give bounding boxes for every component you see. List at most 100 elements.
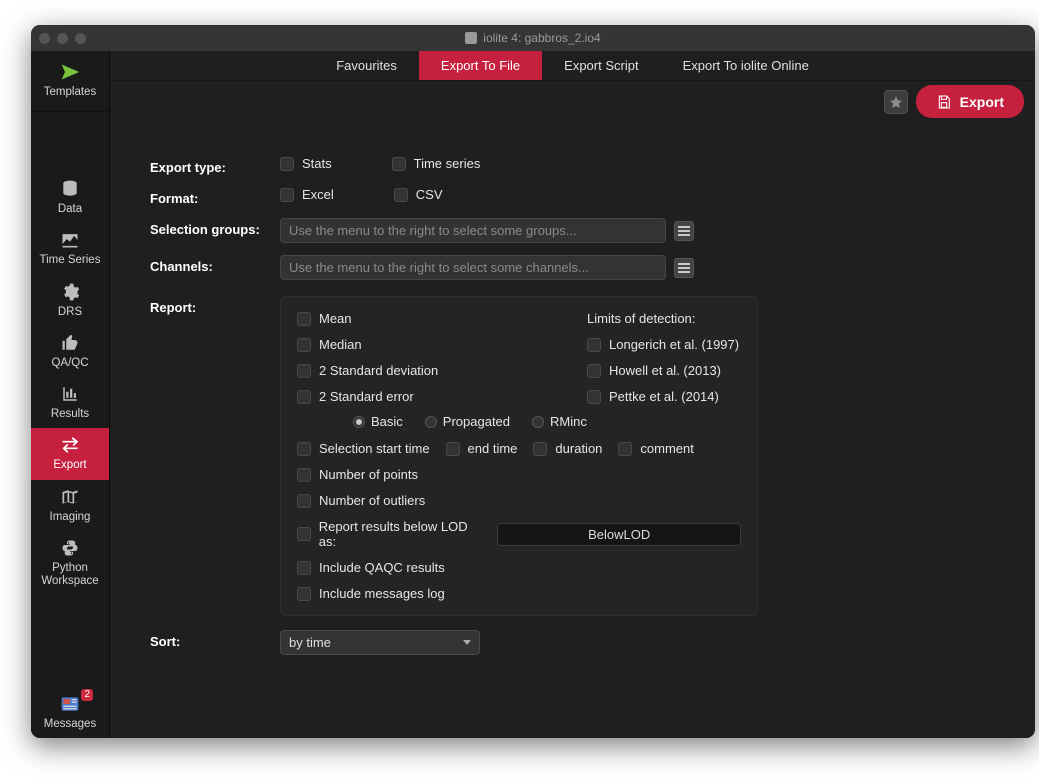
chart-area-icon [55, 229, 85, 251]
checkbox-stats[interactable]: Stats [280, 156, 332, 171]
checkbox-label: Number of points [319, 467, 418, 482]
minimize-icon[interactable] [57, 33, 68, 44]
checkbox-label: Selection start time [319, 441, 430, 456]
checkbox-label: Howell et al. (2013) [609, 363, 721, 378]
checkbox-excel[interactable]: Excel [280, 187, 334, 202]
sidebar-templates[interactable]: Templates [31, 51, 109, 111]
checkbox-label: CSV [416, 187, 443, 202]
checkbox-2se[interactable]: 2 Standard error [297, 389, 587, 404]
app-icon [465, 32, 477, 44]
selection-groups-menu-button[interactable] [674, 221, 694, 241]
selection-groups-input[interactable]: Use the menu to the right to select some… [280, 218, 666, 243]
label-sort: Sort: [150, 630, 280, 649]
label-selection-groups: Selection groups: [150, 218, 280, 237]
checkbox-include-log[interactable]: Include messages log [297, 586, 741, 601]
checkbox-mean[interactable]: Mean [297, 311, 587, 326]
messages-badge: 2 [81, 689, 93, 701]
tab-label: Export Script [564, 58, 638, 73]
radio-label: Basic [371, 414, 403, 429]
below-lod-input[interactable]: BelowLOD [497, 523, 741, 546]
checkbox-below-lod[interactable]: Report results below LOD as: [297, 519, 485, 549]
tab-label: Favourites [336, 58, 397, 73]
checkbox-2sd[interactable]: 2 Standard deviation [297, 363, 587, 378]
label-export-type: Export type: [150, 156, 280, 175]
thumbs-up-icon [55, 332, 85, 354]
gear-icon [55, 281, 85, 303]
sidebar-item-timeseries[interactable]: Time Series [31, 223, 109, 274]
label-format: Format: [150, 187, 280, 206]
radio-label: Propagated [443, 414, 510, 429]
tab-export-to-file[interactable]: Export To File [419, 51, 542, 80]
transfer-icon [55, 434, 85, 456]
tab-label: Export To iolite Online [683, 58, 809, 73]
database-icon [55, 178, 85, 200]
checkbox-duration[interactable]: duration [533, 441, 602, 456]
channels-menu-button[interactable] [674, 258, 694, 278]
paper-plane-icon [55, 61, 85, 83]
sidebar-item-results[interactable]: Results [31, 377, 109, 428]
checkbox-label: Number of outliers [319, 493, 425, 508]
sidebar-item-label: Python Workspace [33, 562, 107, 588]
checkbox-end-time[interactable]: end time [446, 441, 518, 456]
close-icon[interactable] [39, 33, 50, 44]
sidebar-item-imaging[interactable]: Imaging [31, 480, 109, 531]
sort-select[interactable]: by time [280, 630, 480, 655]
checkbox-longerich[interactable]: Longerich et al. (1997) [587, 337, 741, 352]
sidebar-item-label: Templates [44, 86, 96, 99]
sidebar-item-data[interactable]: Data [31, 172, 109, 223]
tab-export-script[interactable]: Export Script [542, 51, 660, 80]
sidebar: Templates Data Time Series [31, 51, 110, 738]
sidebar-item-label: Imaging [50, 511, 91, 524]
export-form: Export type: Stats Time series Format: E… [110, 122, 1035, 738]
sidebar-item-label: QA/QC [51, 357, 88, 370]
checkbox-median[interactable]: Median [297, 337, 587, 352]
tab-label: Export To File [441, 58, 520, 73]
radio-propagated[interactable]: Propagated [425, 414, 510, 429]
tabbar: Favourites Export To File Export Script … [110, 51, 1035, 81]
action-bar: Export [110, 81, 1035, 122]
checkbox-noutliers[interactable]: Number of outliers [297, 493, 741, 508]
sidebar-item-qaqc[interactable]: QA/QC [31, 326, 109, 377]
tab-favourites[interactable]: Favourites [314, 51, 419, 80]
checkbox-label: Mean [319, 311, 352, 326]
python-icon [55, 537, 85, 559]
select-value: by time [289, 635, 331, 650]
favourite-button[interactable] [884, 90, 908, 114]
checkbox-label: Median [319, 337, 362, 352]
chevron-down-icon [463, 640, 471, 645]
channels-input[interactable]: Use the menu to the right to select some… [280, 255, 666, 280]
star-icon [889, 95, 903, 109]
checkbox-label: Time series [414, 156, 481, 171]
checkbox-label: Include QAQC results [319, 560, 445, 575]
sidebar-item-export[interactable]: Export [31, 428, 109, 479]
radio-basic[interactable]: Basic [353, 414, 403, 429]
radio-label: RMinc [550, 414, 587, 429]
sidebar-item-label: Results [51, 408, 89, 421]
checkbox-csv[interactable]: CSV [394, 187, 443, 202]
checkbox-include-qaqc[interactable]: Include QAQC results [297, 560, 741, 575]
sidebar-item-messages[interactable]: 2 Messages [31, 687, 109, 738]
report-panel: Mean Median 2 Standard deviation 2 Stand… [280, 296, 758, 616]
checkbox-label: Longerich et al. (1997) [609, 337, 739, 352]
window-body: Templates Data Time Series [31, 51, 1035, 738]
radio-rminc[interactable]: RMinc [532, 414, 587, 429]
window-title: iolite 4: gabbros_2.io4 [483, 31, 600, 45]
checkbox-sel-start[interactable]: Selection start time [297, 441, 430, 456]
checkbox-comment[interactable]: comment [618, 441, 693, 456]
zoom-icon[interactable] [75, 33, 86, 44]
export-button[interactable]: Export [916, 85, 1024, 118]
checkbox-timeseries[interactable]: Time series [392, 156, 481, 171]
sidebar-item-label: DRS [58, 306, 82, 319]
checkbox-howell[interactable]: Howell et al. (2013) [587, 363, 741, 378]
sidebar-item-label: Messages [44, 718, 96, 731]
sidebar-item-drs[interactable]: DRS [31, 275, 109, 326]
checkbox-pettke[interactable]: Pettke et al. (2014) [587, 389, 741, 404]
checkbox-npoints[interactable]: Number of points [297, 467, 741, 482]
news-icon: 2 [55, 693, 85, 715]
tab-export-online[interactable]: Export To iolite Online [661, 51, 831, 80]
main-panel: Favourites Export To File Export Script … [110, 51, 1035, 738]
checkbox-label: end time [468, 441, 518, 456]
checkbox-label: 2 Standard error [319, 389, 414, 404]
sidebar-item-python[interactable]: Python Workspace [31, 531, 109, 595]
bar-chart-icon [55, 383, 85, 405]
